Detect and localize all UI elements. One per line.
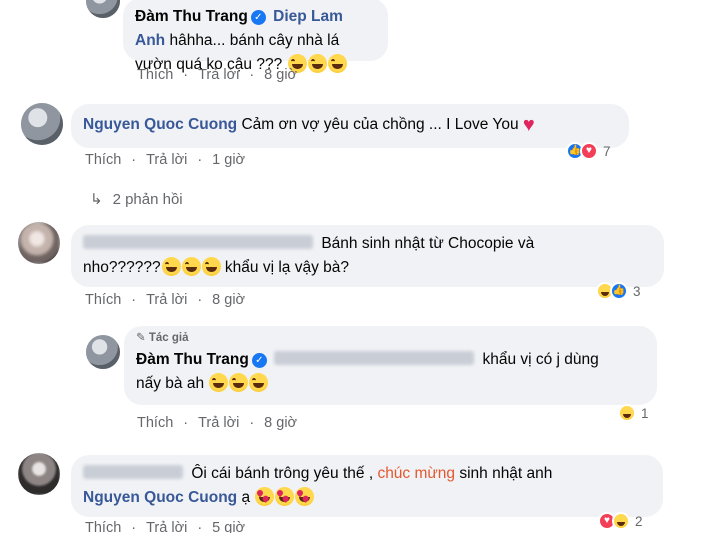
replies-count-label[interactable]: 2 phản hồi — [113, 191, 183, 208]
reaction-count: 1 — [641, 405, 649, 421]
reply-arrow-icon: ↳ — [90, 191, 103, 208]
author-badge: ✎ Tác giả — [136, 330, 645, 346]
comment-bubble: Bánh sinh nhật từ Chocopie và nho?????? … — [71, 225, 664, 287]
comment-text: khẩu vị lạ vậy bà? — [224, 259, 349, 276]
blurred-mention[interactable] — [274, 351, 475, 365]
heart-eyes-emoji-icon — [275, 487, 295, 506]
comment-actions: Thích · Trả lời · 8 giờ — [85, 292, 246, 308]
comment-text: ạ — [241, 489, 251, 506]
rofl-emoji-icon — [161, 257, 181, 276]
like-link[interactable]: Thích — [85, 292, 121, 308]
comment-actions: Thích · Trả lời · 5 giờ — [85, 520, 255, 533]
reaction-summary[interactable]: 👍 ♥ 7 — [566, 142, 611, 160]
avatar[interactable] — [86, 0, 120, 18]
like-reaction-icon: 👍 — [610, 282, 628, 300]
comment-bubble: Ôi cái bánh trông yêu thế , chúc mừng si… — [71, 455, 663, 517]
comment-text: Bánh sinh nhật từ Chocopie và — [321, 235, 535, 252]
author-label: Tác giả — [148, 332, 189, 344]
commenter-name[interactable]: Nguyen Quoc Cuong — [83, 116, 237, 133]
avatar[interactable] — [86, 335, 120, 369]
comment-text: Ôi cái bánh trông yêu thế , — [191, 465, 374, 482]
timestamp[interactable]: 8 giờ — [212, 292, 245, 308]
comment-bubble: Nguyen Quoc Cuong Cảm ơn vợ yêu của chồn… — [71, 104, 629, 148]
commenter-name[interactable]: Đàm Thu Trang — [136, 351, 249, 368]
comment-text: nho?????? — [83, 259, 161, 276]
like-link[interactable]: Thích — [137, 415, 173, 431]
blurred-name[interactable] — [83, 465, 183, 479]
like-link[interactable]: Thích — [85, 520, 121, 533]
like-link[interactable]: Thích — [137, 67, 173, 83]
mention-link[interactable]: Nguyen Quoc Cuong — [83, 489, 237, 506]
commenter-name[interactable]: Đàm Thu Trang — [135, 8, 248, 25]
comment-text: sinh nhật anh — [459, 465, 553, 482]
reply-link[interactable]: Trả lời — [198, 415, 239, 431]
haha-reaction-icon — [618, 404, 636, 422]
avatar[interactable] — [18, 453, 60, 495]
comment-actions: Thích · Trả lời · 1 giờ — [85, 152, 246, 168]
view-replies-link[interactable]: ↳ 2 phản hồi — [90, 190, 183, 208]
avatar[interactable] — [18, 222, 60, 264]
reaction-count: 3 — [633, 283, 641, 299]
reaction-count: 7 — [603, 143, 611, 159]
heart-eyes-emoji-icon — [295, 487, 315, 506]
reaction-count: 2 — [635, 513, 643, 529]
comment-actions: Thích · Trả lời · 8 giờ — [137, 415, 298, 431]
laughing-emoji-icon — [307, 54, 327, 73]
comment-actions: Thích · Trả lời · 8 giờ — [137, 67, 298, 83]
blurred-name[interactable] — [83, 235, 313, 249]
comment-bubble: ✎ Tác giả Đàm Thu Trang ✓ khẩu vị có j dù… — [124, 326, 657, 405]
verified-badge-icon: ✓ — [250, 10, 266, 25]
pen-icon: ✎ — [136, 332, 146, 344]
reaction-summary[interactable]: 1 — [618, 404, 649, 422]
heart-icon: ♥ — [522, 114, 535, 136]
love-reaction-icon: ♥ — [580, 142, 598, 160]
highlighted-text: chúc mừng — [377, 465, 456, 482]
timestamp[interactable]: 8 giờ — [264, 67, 297, 83]
timestamp[interactable]: 8 giờ — [264, 415, 297, 431]
avatar[interactable] — [21, 103, 63, 145]
reply-link[interactable]: Trả lời — [198, 67, 239, 83]
reaction-summary[interactable]: 👍 3 — [596, 282, 641, 300]
reaction-summary[interactable]: ♥ 2 — [598, 512, 643, 530]
comment-text: hâhha... bánh cây nhà lá — [169, 32, 340, 49]
like-link[interactable]: Thích — [85, 152, 121, 168]
laughing-emoji-icon — [327, 54, 347, 73]
comment-bubble: Đàm Thu Trang ✓ Diep Lam Anh hâhha... bán… — [123, 0, 388, 73]
haha-reaction-icon — [612, 512, 630, 530]
heart-eyes-emoji-icon — [255, 487, 275, 506]
comment-text: khẩu vị có j dùng — [482, 351, 599, 368]
reply-link[interactable]: Trả lời — [146, 152, 187, 168]
rofl-emoji-icon — [201, 257, 221, 276]
timestamp[interactable]: 5 giờ — [212, 520, 245, 533]
reply-link[interactable]: Trả lời — [146, 520, 187, 533]
laughing-emoji-icon — [209, 373, 229, 392]
laughing-emoji-icon — [249, 373, 269, 392]
laughing-emoji-icon — [229, 373, 249, 392]
comment-text: nấy bà ah — [136, 375, 205, 392]
verified-badge-icon: ✓ — [251, 353, 267, 368]
comment-text: Cảm ơn vợ yêu của chồng ... I Love You — [241, 116, 519, 133]
timestamp[interactable]: 1 giờ — [212, 152, 245, 168]
rofl-emoji-icon — [181, 257, 201, 276]
reply-link[interactable]: Trả lời — [146, 292, 187, 308]
